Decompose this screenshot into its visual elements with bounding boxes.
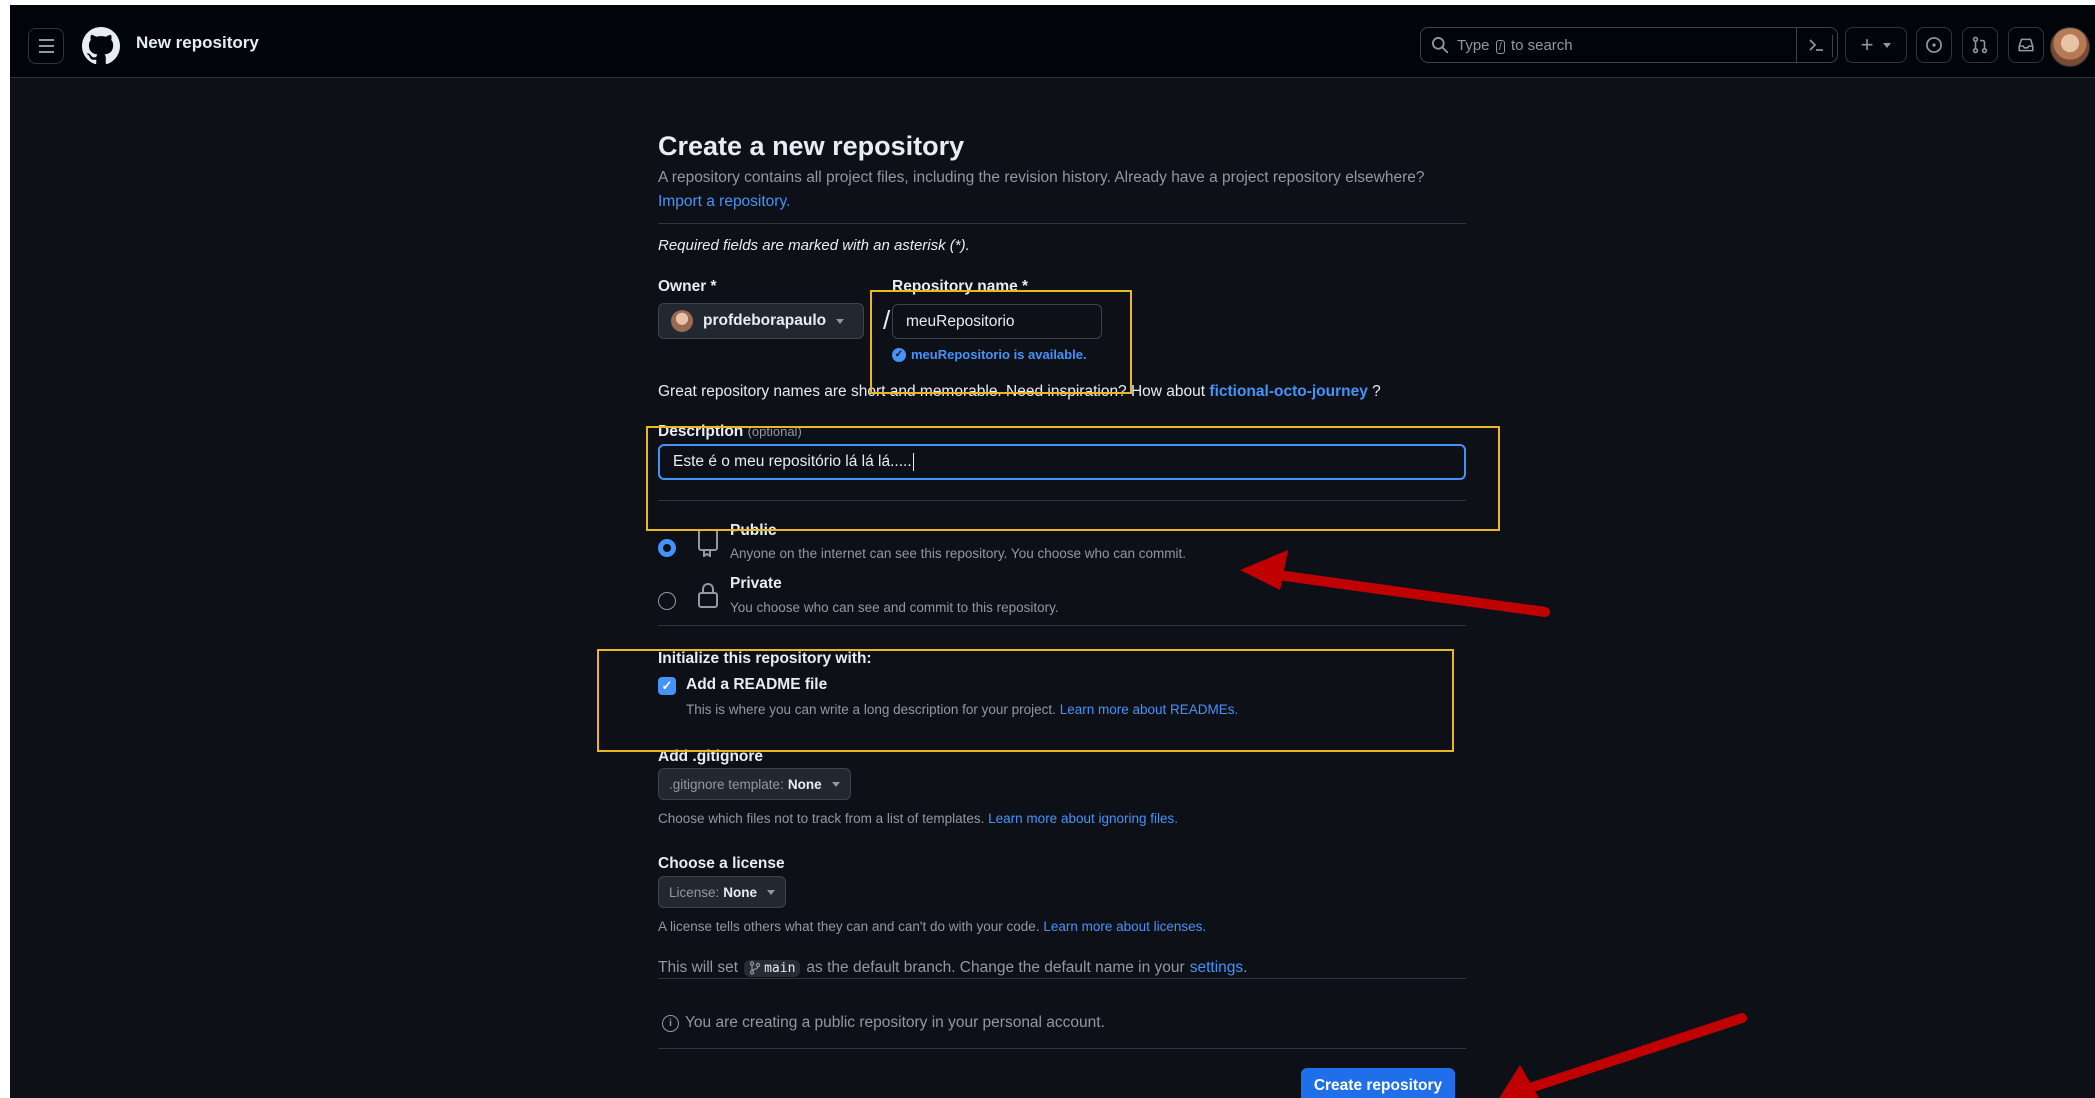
inbox-icon (2018, 38, 2034, 52)
gitignore-learn-more-link[interactable]: Learn more about ignoring files. (988, 811, 1178, 826)
info-message: i You are creating a public repository i… (662, 1014, 1105, 1032)
public-radio[interactable] (658, 539, 676, 557)
app-frame: New repository Type / to search + Create… (10, 5, 2095, 1098)
search-icon (1432, 37, 1449, 54)
license-learn-more-link[interactable]: Learn more about licenses. (1043, 919, 1206, 934)
public-description: Anyone on the internet can see this repo… (730, 546, 1187, 561)
divider (658, 978, 1466, 979)
header-divider (1832, 35, 1833, 57)
gitignore-description: Choose which files not to track from a l… (658, 811, 1179, 826)
private-title: Private (730, 575, 782, 592)
private-radio[interactable] (658, 592, 676, 610)
git-pull-request-icon (1972, 36, 1988, 54)
chevron-down-icon (831, 781, 840, 787)
command-palette-button[interactable] (1796, 28, 1837, 62)
highlight-box-repo-name (870, 290, 1132, 394)
menu-button[interactable] (28, 28, 64, 64)
divider (658, 1048, 1466, 1049)
info-icon: i (662, 1014, 679, 1032)
default-branch-note: This will set main as the default branch… (658, 959, 1248, 977)
gitignore-select[interactable]: .gitignore template: None (658, 768, 851, 800)
chevron-down-icon (1883, 42, 1892, 48)
intro-text: A repository contains all project files,… (658, 169, 1425, 186)
lock-icon (698, 583, 718, 608)
create-new-button[interactable]: + (1845, 27, 1907, 63)
annotation-arrow-visibility (1240, 550, 1550, 617)
slash-key-hint: / (1495, 40, 1505, 54)
chevron-down-icon (836, 318, 845, 324)
owner-avatar (671, 310, 693, 332)
hamburger-icon (38, 39, 54, 41)
notifications-button[interactable] (2008, 27, 2044, 63)
plus-icon: + (1860, 32, 1874, 57)
issues-button[interactable] (1916, 27, 1952, 63)
highlight-box-readme (597, 649, 1454, 752)
import-repository-link[interactable]: Import a repository. (658, 193, 790, 211)
suggested-name-link[interactable]: fictional-octo-journey (1209, 383, 1367, 400)
pull-requests-button[interactable] (1962, 27, 1998, 63)
create-repository-button[interactable]: Create repository (1301, 1068, 1455, 1098)
search-input[interactable]: Type / to search (1420, 27, 1838, 63)
chevron-down-icon (767, 889, 776, 895)
page-title: Create a new repository (658, 131, 965, 161)
repo-icon (698, 529, 718, 557)
divider (658, 223, 1466, 224)
divider (658, 625, 1466, 626)
settings-link[interactable]: settings (1190, 959, 1243, 977)
top-header: New repository Type / to search + (10, 5, 2095, 78)
search-placeholder: Type / to search (1457, 37, 1573, 54)
context-title: New repository (136, 33, 259, 52)
user-avatar[interactable] (2050, 27, 2090, 67)
owner-label: Owner * (658, 278, 717, 295)
highlight-box-description (646, 426, 1500, 531)
issue-opened-icon (1926, 37, 1942, 53)
license-description: A license tells others what they can and… (658, 919, 1207, 934)
terminal-icon (1809, 39, 1823, 51)
github-logo-icon[interactable] (82, 27, 120, 65)
owner-value: profdeborapaulo (703, 312, 827, 329)
required-fields-note: Required fields are marked with an aster… (658, 237, 970, 254)
annotation-arrow-create (1499, 1013, 1747, 1098)
license-label: Choose a license (658, 855, 785, 872)
owner-select[interactable]: profdeborapaulo (658, 303, 864, 339)
git-branch-icon (749, 961, 761, 975)
branch-chip: main (744, 959, 801, 977)
license-select[interactable]: License: None (658, 876, 787, 908)
private-description: You choose who can see and commit to thi… (730, 600, 1059, 615)
